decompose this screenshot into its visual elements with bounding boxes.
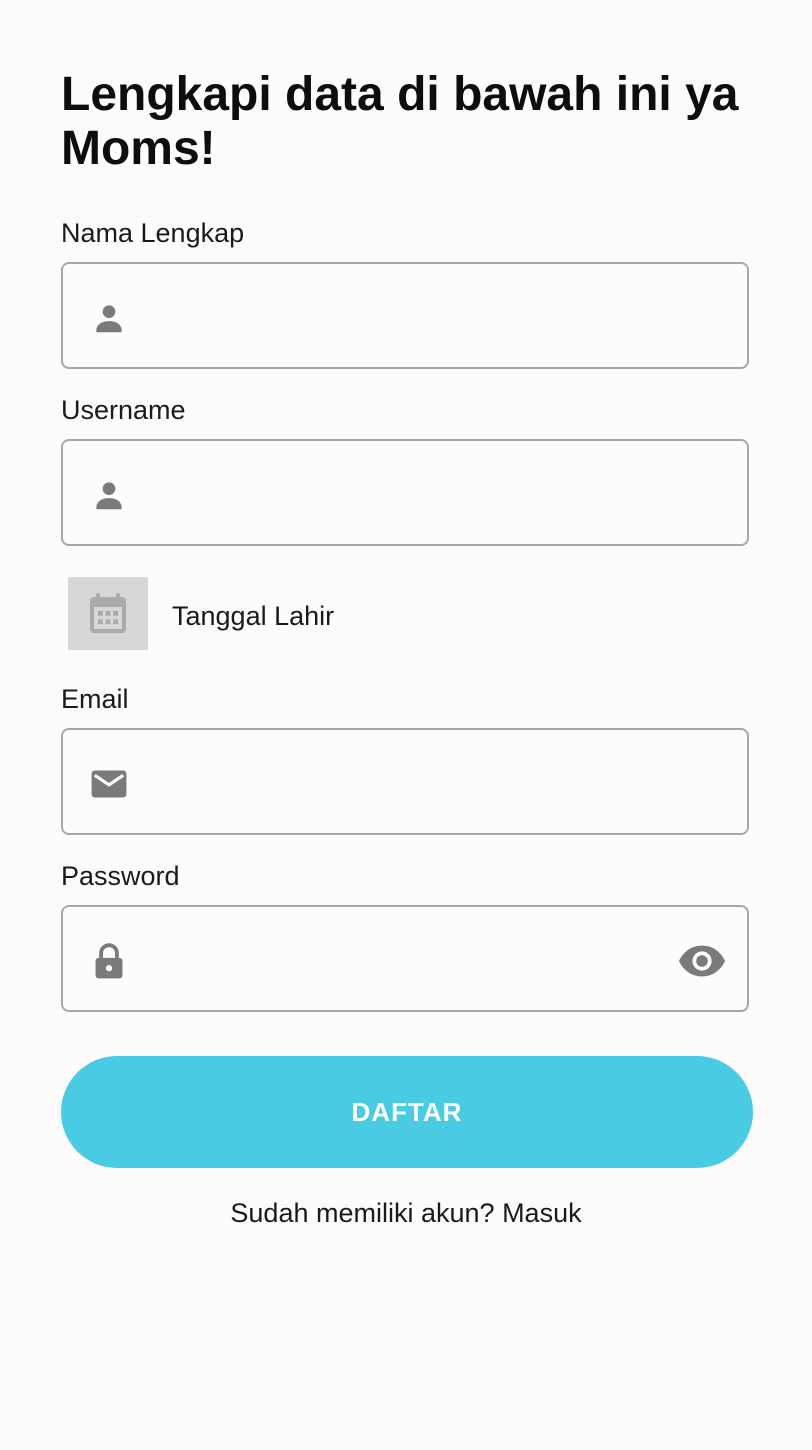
login-link[interactable]: Masuk bbox=[502, 1198, 582, 1228]
password-input[interactable] bbox=[147, 907, 667, 1010]
username-input[interactable] bbox=[147, 441, 667, 544]
calendar-icon bbox=[90, 593, 126, 633]
full-name-label: Nama Lengkap bbox=[61, 218, 245, 248]
birth-date-label: Tanggal Lahir bbox=[172, 601, 335, 631]
username-field[interactable] bbox=[61, 439, 749, 546]
password-field[interactable] bbox=[61, 905, 749, 1012]
full-name-field[interactable] bbox=[61, 262, 749, 369]
lock-icon bbox=[95, 943, 123, 979]
login-prompt-text: Sudah memiliki akun? bbox=[230, 1198, 495, 1228]
email-field[interactable] bbox=[61, 728, 749, 835]
email-input[interactable] bbox=[147, 730, 667, 833]
eye-icon[interactable] bbox=[677, 942, 727, 980]
person-icon bbox=[96, 305, 122, 333]
mail-icon bbox=[91, 770, 127, 798]
register-button[interactable]: DAFTAR bbox=[61, 1056, 753, 1168]
email-label: Email bbox=[61, 684, 129, 714]
page-title: Lengkapi data di bawah ini ya Moms! bbox=[61, 68, 739, 175]
birth-date-button[interactable] bbox=[68, 577, 148, 650]
full-name-input[interactable] bbox=[147, 264, 667, 367]
person-icon bbox=[96, 482, 122, 510]
login-prompt: Sudah memiliki akun? Masuk bbox=[0, 1197, 812, 1229]
password-label: Password bbox=[61, 861, 180, 891]
username-label: Username bbox=[61, 395, 186, 425]
